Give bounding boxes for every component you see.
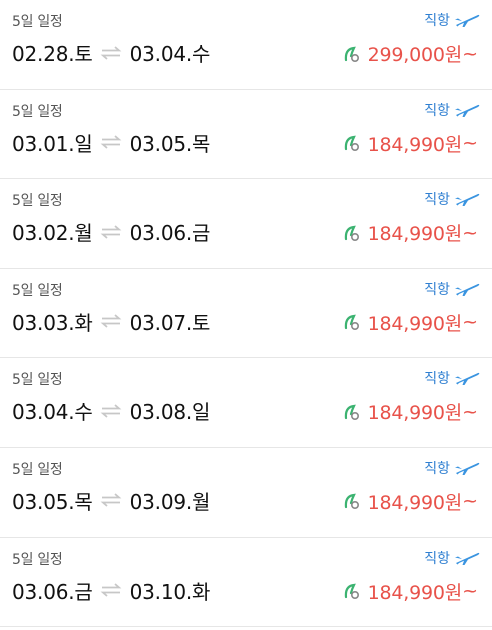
departure-date: 03.04.수: [12, 400, 93, 425]
trip-duration: 5일 일정: [12, 551, 63, 568]
eco-leaf-icon: [344, 494, 359, 510]
eco-leaf-icon: [344, 225, 359, 241]
swap-arrows-icon: [100, 45, 122, 60]
price-block: 184,990원 ~: [344, 398, 478, 425]
travel-dates: 02.28.토 03.04.수: [12, 38, 210, 67]
trip-duration: 5일 일정: [12, 461, 63, 478]
airplane-icon: [455, 104, 480, 117]
price: 184,990원: [367, 133, 463, 156]
price: 184,990원: [367, 223, 463, 246]
travel-dates: 03.05.목 03.09.월: [12, 486, 210, 515]
price: 184,990원: [367, 402, 463, 425]
direct-flight-label: 직항: [424, 371, 450, 388]
flight-result-item[interactable]: 5일 일정 직항 02.28.토 03.04.수 299,000원 ~: [0, 0, 492, 90]
swap-arrows-icon: [100, 583, 122, 597]
return-date: 03.04.수: [129, 42, 211, 66]
price: 184,990원: [367, 581, 463, 604]
trip-duration: 5일 일정: [12, 103, 63, 120]
direct-flight-badge: 직항: [424, 548, 480, 568]
direct-flight-badge: 직항: [424, 458, 480, 478]
return-date: 03.06.금: [129, 221, 211, 246]
flight-result-item[interactable]: 5일 일정 직항 03.06.금 03.10.화 184,990원 ~: [0, 537, 492, 628]
return-date: 03.07.토: [129, 310, 211, 335]
price: 184,990원: [367, 491, 463, 514]
eco-leaf-icon: [344, 314, 359, 331]
price-suffix: ~: [462, 132, 478, 155]
airplane-icon: [455, 552, 480, 565]
direct-flight-label: 직항: [424, 460, 450, 477]
direct-flight-badge: 직항: [424, 279, 480, 299]
swap-arrows-icon: [100, 493, 122, 508]
price: 299,000원: [367, 44, 463, 66]
price-block: 184,990원 ~: [344, 219, 478, 246]
trip-duration: 5일 일정: [12, 372, 63, 389]
eco-leaf-icon: [344, 583, 359, 600]
trip-duration: 5일 일정: [12, 14, 63, 30]
price-block: 184,990원 ~: [344, 130, 478, 157]
flight-result-list: 5일 일정 직항 02.28.토 03.04.수 299,000원 ~ 5일 일정…: [0, 0, 492, 628]
price-suffix: ~: [462, 311, 478, 334]
direct-flight-badge: 직항: [424, 189, 480, 209]
direct-flight-badge: 직항: [424, 10, 480, 30]
price-block: 184,990원 ~: [344, 578, 478, 605]
swap-arrows-icon: [100, 404, 122, 418]
return-date: 03.10.화: [129, 579, 211, 604]
price-suffix: ~: [462, 490, 478, 513]
price-block: 299,000원 ~: [344, 40, 478, 67]
return-date: 03.08.일: [129, 400, 211, 425]
travel-dates: 03.04.수 03.08.일: [12, 396, 210, 425]
direct-flight-label: 직항: [424, 192, 450, 209]
direct-flight-label: 직항: [424, 281, 450, 298]
airplane-icon: [455, 462, 480, 475]
swap-arrows-icon: [100, 225, 122, 239]
return-date: 03.05.목: [129, 131, 211, 156]
price: 184,990원: [367, 312, 463, 335]
price-suffix: ~: [462, 221, 478, 244]
airplane-icon: [455, 14, 480, 27]
airplane-icon: [455, 283, 480, 296]
departure-date: 03.02.월: [12, 221, 93, 246]
swap-arrows-icon: [100, 135, 122, 149]
price-suffix: ~: [462, 580, 478, 603]
flight-result-item[interactable]: 5일 일정 직항 03.02.월 03.06.금 184,990원 ~: [0, 179, 492, 269]
departure-date: 03.06.금: [12, 579, 93, 604]
departure-date: 02.28.토: [12, 42, 93, 66]
departure-date: 03.01.일: [12, 131, 93, 156]
eco-leaf-icon: [344, 46, 359, 62]
departure-date: 03.03.화: [12, 310, 93, 335]
price-block: 184,990원 ~: [344, 488, 478, 515]
travel-dates: 03.06.금 03.10.화: [12, 576, 210, 605]
direct-flight-label: 직항: [424, 102, 450, 119]
departure-date: 03.05.목: [12, 489, 93, 514]
direct-flight-label: 직항: [424, 13, 450, 29]
direct-flight-badge: 직항: [424, 100, 480, 120]
price-block: 184,990원 ~: [344, 309, 478, 336]
flight-result-item[interactable]: 5일 일정 직항 03.05.목 03.09.월 184,990원 ~: [0, 447, 492, 538]
return-date: 03.09.월: [129, 489, 211, 514]
eco-leaf-icon: [344, 135, 359, 152]
direct-flight-badge: 직항: [424, 368, 480, 388]
direct-flight-label: 직항: [424, 550, 450, 567]
trip-duration: 5일 일정: [12, 282, 63, 299]
price-suffix: ~: [462, 400, 478, 423]
flight-result-item[interactable]: 5일 일정 직항 03.04.수 03.08.일 184,990원 ~: [0, 358, 492, 448]
flight-result-item[interactable]: 5일 일정 직항 03.01.일 03.05.목 184,990원 ~: [0, 89, 492, 180]
travel-dates: 03.03.화 03.07.토: [12, 307, 210, 336]
trip-duration: 5일 일정: [12, 193, 63, 210]
flight-result-item[interactable]: 5일 일정 직항 03.03.화 03.07.토 184,990원 ~: [0, 268, 492, 359]
travel-dates: 03.01.일 03.05.목: [12, 128, 210, 157]
travel-dates: 03.02.월 03.06.금: [12, 217, 210, 246]
price-suffix: ~: [462, 42, 478, 65]
airplane-icon: [455, 373, 480, 386]
swap-arrows-icon: [100, 314, 122, 328]
airplane-icon: [455, 194, 480, 207]
eco-leaf-icon: [344, 404, 359, 420]
